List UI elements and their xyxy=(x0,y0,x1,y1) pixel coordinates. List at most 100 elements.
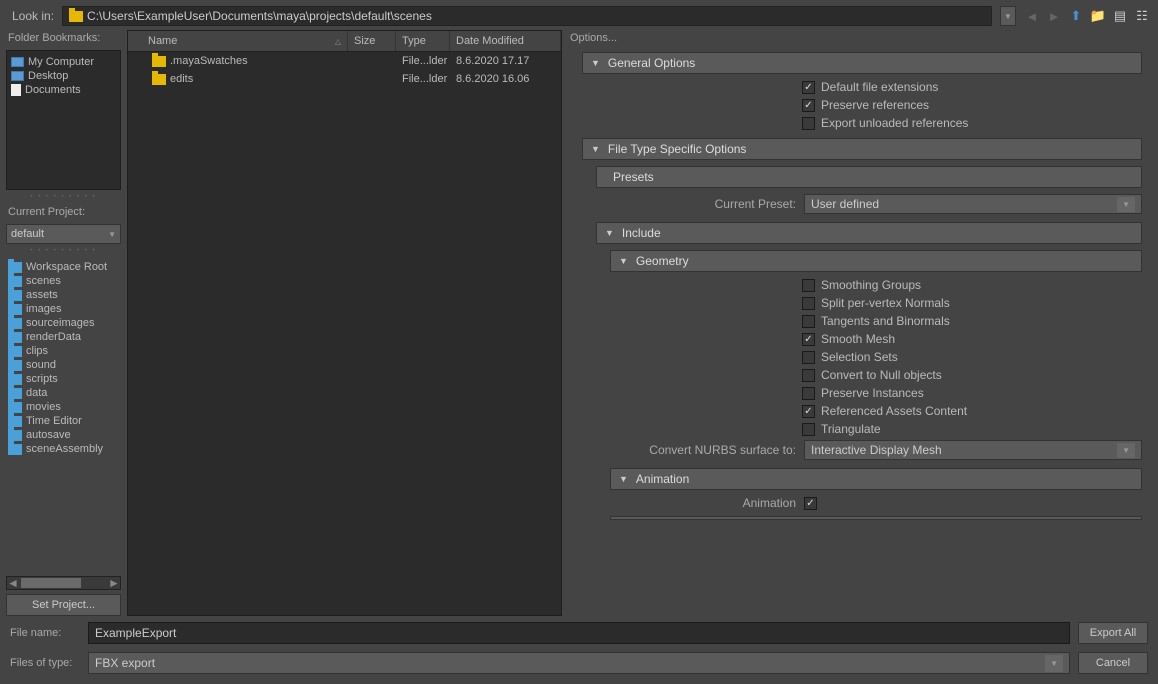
folder-icon xyxy=(152,56,166,67)
opt-smoothing[interactable]: Smoothing Groups xyxy=(802,276,1142,294)
checkbox-icon[interactable] xyxy=(802,333,815,346)
main-area: Folder Bookmarks: My Computer Desktop Do… xyxy=(0,30,1158,616)
collapse-icon: ▼ xyxy=(619,474,628,484)
opt-tangents[interactable]: Tangents and Binormals xyxy=(802,312,1142,330)
scroll-left-icon[interactable]: ◄ xyxy=(7,576,19,590)
export-all-button[interactable]: Export All xyxy=(1078,622,1148,644)
tree-item[interactable]: data xyxy=(6,386,121,400)
desktop-icon xyxy=(11,71,24,81)
opt-smoothmesh[interactable]: Smooth Mesh xyxy=(802,330,1142,348)
tree-item[interactable]: sceneAssembly xyxy=(6,442,121,456)
folder-icon xyxy=(8,430,22,441)
opt-selsets[interactable]: Selection Sets xyxy=(802,348,1142,366)
chevron-down-icon: ▼ xyxy=(1004,12,1012,21)
checkbox-icon[interactable] xyxy=(802,351,815,364)
opt-default-ext[interactable]: Default file extensions xyxy=(802,78,1142,96)
section-file-type-options[interactable]: ▼ File Type Specific Options xyxy=(582,138,1142,160)
checkbox-icon[interactable] xyxy=(802,99,815,112)
section-general-options[interactable]: ▼ General Options xyxy=(582,52,1142,74)
animation-label: Animation xyxy=(596,496,796,510)
checkbox-icon[interactable] xyxy=(802,117,815,130)
opt-refassets[interactable]: Referenced Assets Content xyxy=(802,402,1142,420)
bookmark-item[interactable]: My Computer xyxy=(9,55,118,69)
tree-item[interactable]: Time Editor xyxy=(6,414,121,428)
collapse-icon: ▼ xyxy=(619,256,628,266)
checkbox-icon[interactable] xyxy=(804,497,817,510)
tree-item[interactable]: scenes xyxy=(6,274,121,288)
path-text: C:\Users\ExampleUser\Documents\maya\proj… xyxy=(87,9,432,23)
folder-icon xyxy=(8,416,22,427)
back-icon[interactable]: ◄ xyxy=(1024,8,1040,24)
opt-triangulate[interactable]: Triangulate xyxy=(802,420,1142,438)
bookmark-item[interactable]: Desktop xyxy=(9,69,118,83)
section-animation[interactable]: ▼ Animation xyxy=(610,468,1142,490)
checkbox-icon[interactable] xyxy=(802,423,815,436)
tree-item[interactable]: renderData xyxy=(6,330,121,344)
checkbox-icon[interactable] xyxy=(802,315,815,328)
current-project-label: Current Project: xyxy=(6,204,121,220)
section-include[interactable]: ▼ Include xyxy=(596,222,1142,244)
section-geometry[interactable]: ▼ Geometry xyxy=(610,250,1142,272)
tree-item[interactable]: sound xyxy=(6,358,121,372)
tree-item[interactable]: scripts xyxy=(6,372,121,386)
preset-dropdown[interactable]: User defined▼ xyxy=(804,194,1142,214)
opt-export-unloaded[interactable]: Export unloaded references xyxy=(802,114,1142,132)
col-size[interactable]: Size xyxy=(348,31,396,51)
opt-split[interactable]: Split per-vertex Normals xyxy=(802,294,1142,312)
path-input[interactable]: C:\Users\ExampleUser\Documents\maya\proj… xyxy=(62,6,992,26)
col-type[interactable]: Type xyxy=(396,31,450,51)
tree-item[interactable]: images xyxy=(6,302,121,316)
files-of-type-dropdown[interactable]: FBX export▼ xyxy=(88,652,1070,674)
folder-icon xyxy=(8,276,22,287)
file-row[interactable]: editsFile...lder8.6.2020 16.06 xyxy=(128,70,561,88)
chevron-down-icon: ▼ xyxy=(1117,197,1135,212)
col-name[interactable]: Name△ xyxy=(128,31,348,51)
options-body[interactable]: ▼ General Options Default file extension… xyxy=(568,46,1150,616)
list-view-icon[interactable]: ▤ xyxy=(1112,8,1128,24)
checkbox-icon[interactable] xyxy=(802,279,815,292)
file-row[interactable]: .mayaSwatchesFile...lder8.6.2020 17.17 xyxy=(128,52,561,70)
tree-item[interactable]: sourceimages xyxy=(6,316,121,330)
bookmark-item[interactable]: Documents xyxy=(9,83,118,97)
cancel-button[interactable]: Cancel xyxy=(1078,652,1148,674)
new-folder-icon[interactable]: 📁 xyxy=(1090,8,1106,24)
checkbox-icon[interactable] xyxy=(802,297,815,310)
collapse-icon: ▼ xyxy=(605,228,614,238)
file-name-input[interactable] xyxy=(88,622,1070,644)
forward-icon[interactable]: ► xyxy=(1046,8,1062,24)
file-browser: Name△ Size Type Date Modified .mayaSwatc… xyxy=(127,30,562,616)
tree-item[interactable]: assets xyxy=(6,288,121,302)
chevron-down-icon: ▼ xyxy=(1117,443,1135,458)
section-presets[interactable]: Presets xyxy=(596,166,1142,188)
collapse-icon: ▼ xyxy=(591,144,600,154)
tree-item[interactable]: movies xyxy=(6,400,121,414)
nurbs-dropdown[interactable]: Interactive Display Mesh▼ xyxy=(804,440,1142,460)
col-date[interactable]: Date Modified xyxy=(450,31,561,51)
scroll-right-icon[interactable]: ► xyxy=(108,576,120,590)
nurbs-label: Convert NURBS surface to: xyxy=(596,443,796,457)
file-list[interactable]: Name△ Size Type Date Modified .mayaSwatc… xyxy=(127,30,562,616)
path-dropdown[interactable]: ▼ xyxy=(1000,6,1016,26)
folder-icon xyxy=(152,74,166,85)
project-dropdown[interactable]: default ▼ xyxy=(6,224,121,244)
collapse-icon: ▼ xyxy=(591,58,600,68)
tree-item[interactable]: Workspace Root xyxy=(6,260,121,274)
computer-icon xyxy=(11,57,24,67)
checkbox-icon[interactable] xyxy=(802,81,815,94)
bookmarks-label: Folder Bookmarks: xyxy=(6,30,121,46)
project-tree[interactable]: Workspace Rootscenesassetsimagessourceim… xyxy=(6,258,121,572)
tree-item[interactable]: autosave xyxy=(6,428,121,442)
up-icon[interactable]: ⬆ xyxy=(1068,8,1084,24)
opt-preserveinst[interactable]: Preserve Instances xyxy=(802,384,1142,402)
checkbox-icon[interactable] xyxy=(802,405,815,418)
opt-preserve-ref[interactable]: Preserve references xyxy=(802,96,1142,114)
opt-convertnull[interactable]: Convert to Null objects xyxy=(802,366,1142,384)
set-project-button[interactable]: Set Project... xyxy=(6,594,121,616)
detail-view-icon[interactable]: ☷ xyxy=(1134,8,1150,24)
scroll-thumb[interactable] xyxy=(21,578,81,588)
checkbox-icon[interactable] xyxy=(802,387,815,400)
bookmarks-panel[interactable]: My Computer Desktop Documents xyxy=(6,50,121,190)
horizontal-scrollbar[interactable]: ◄ ► xyxy=(6,576,121,590)
tree-item[interactable]: clips xyxy=(6,344,121,358)
checkbox-icon[interactable] xyxy=(802,369,815,382)
